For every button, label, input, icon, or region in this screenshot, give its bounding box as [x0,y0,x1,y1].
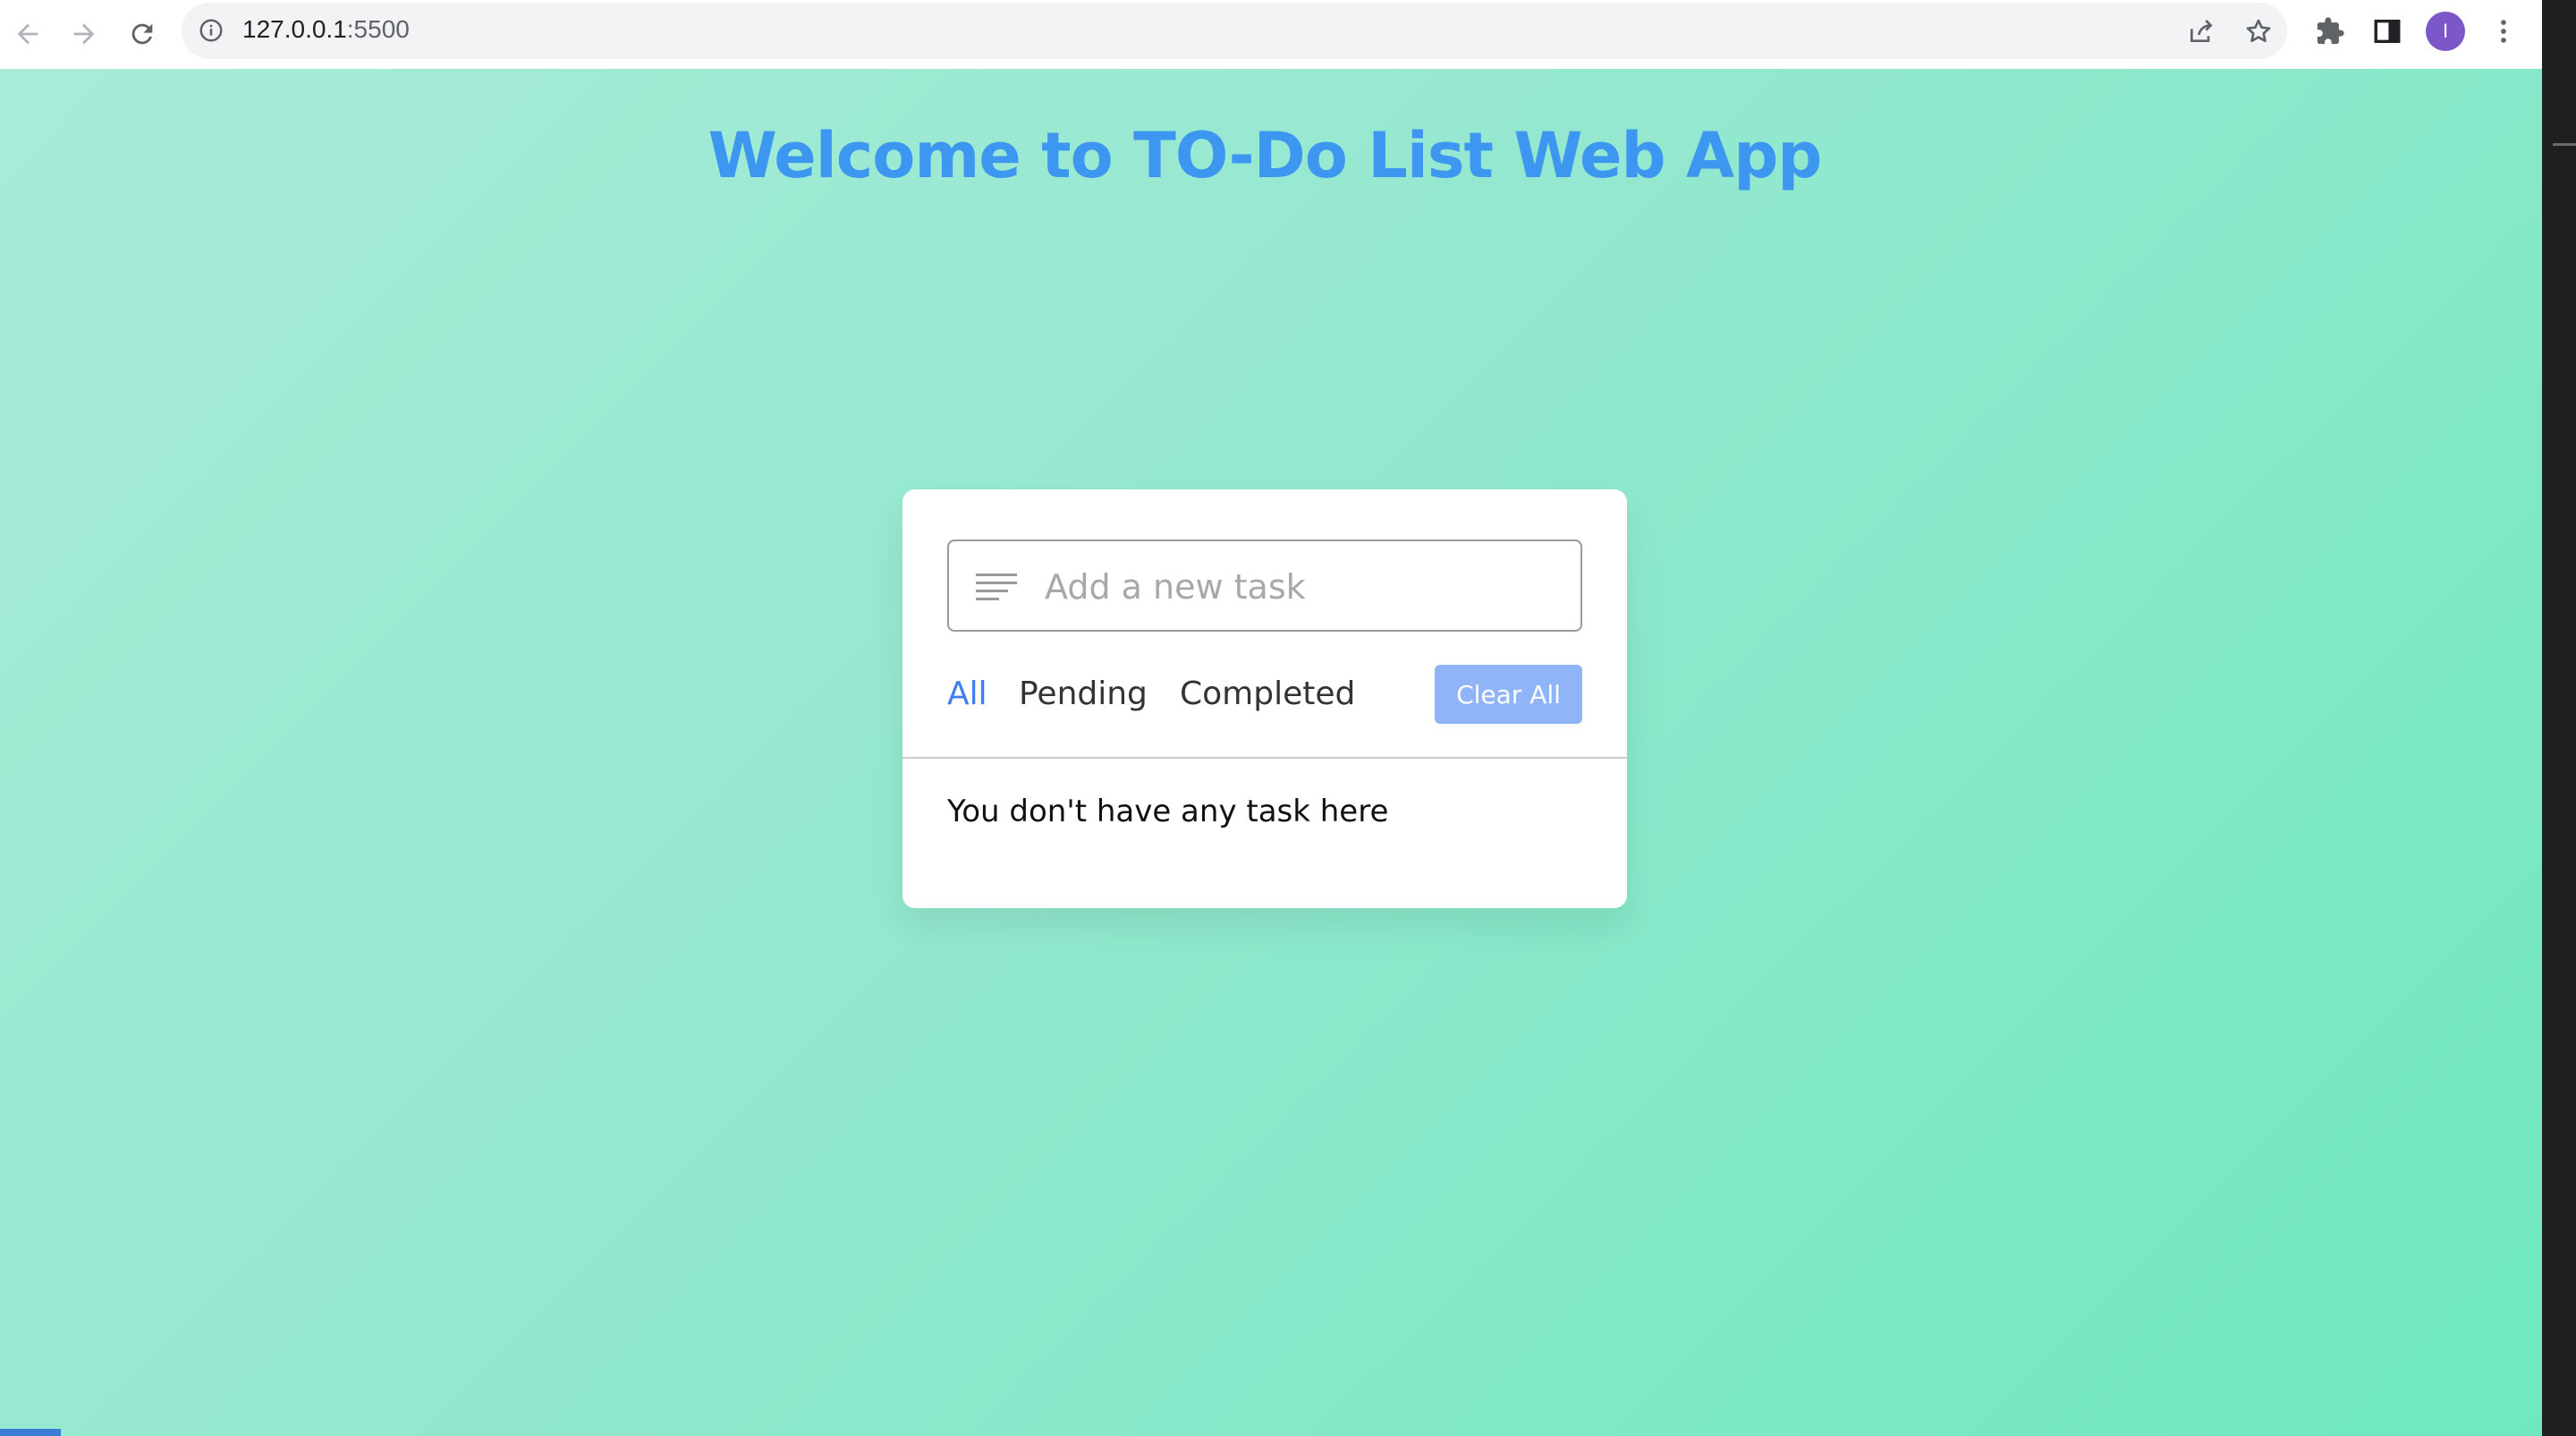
share-icon [2190,20,2213,42]
task-input-container[interactable] [947,540,1582,632]
side-panel-button[interactable] [2368,13,2406,50]
forward-button[interactable] [61,11,107,57]
text-lines-icon [976,574,1017,600]
todo-card: All Pending Completed Clear All You don'… [902,489,1627,908]
url-port: :5500 [346,15,410,43]
scroll-marker [2553,143,2576,146]
page-content: Welcome to TO-Do List Web App All Pendin… [0,69,2542,1436]
share-button[interactable] [2183,13,2219,49]
filter-pending[interactable]: Pending [1019,676,1148,712]
url-text: 127.0.0.1:5500 [242,15,410,44]
filter-completed[interactable]: Completed [1180,676,1355,712]
task-input[interactable] [1043,559,1565,615]
card-divider [902,757,1627,759]
address-bar[interactable]: 127.0.0.1:5500 [182,3,2287,59]
star-icon [2246,19,2271,42]
forward-arrow-icon [73,23,95,45]
empty-task-message: You don't have any task here [947,794,1389,829]
taskbar-accent [0,1429,61,1436]
reload-button[interactable] [119,11,165,57]
filter-all[interactable]: All [947,676,987,712]
reload-icon [131,23,153,45]
url-host: 127.0.0.1 [242,15,347,43]
adjacent-window-edge [2542,0,2576,1436]
side-panel-icon [2374,19,2401,44]
browser-window: 127.0.0.1:5500 I Welcome to TO-Do List W… [0,0,2542,1436]
extensions-button[interactable] [2311,13,2349,50]
page-title: Welcome to TO-Do List Web App [708,119,1823,192]
profile-avatar[interactable]: I [2426,12,2465,51]
bookmark-button[interactable] [2241,13,2276,49]
browser-menu-button[interactable] [2485,13,2522,50]
puzzle-icon [2317,17,2344,45]
info-icon[interactable] [198,17,225,44]
back-button[interactable] [4,11,51,57]
kebab-menu-icon [2501,20,2506,43]
back-arrow-icon [17,23,38,45]
browser-toolbar: 127.0.0.1:5500 I [0,0,2542,69]
clear-all-button[interactable]: Clear All [1435,665,1582,724]
